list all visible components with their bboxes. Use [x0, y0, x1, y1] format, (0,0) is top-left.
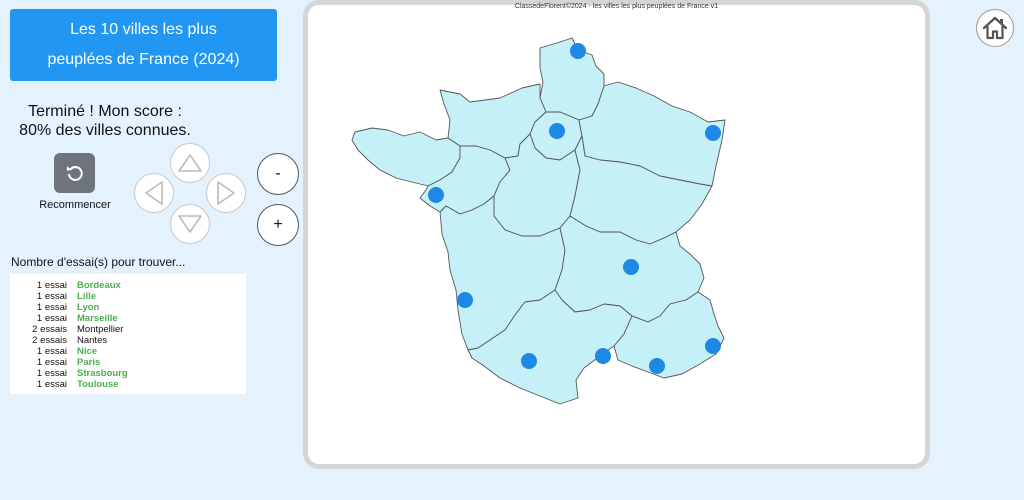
list-item: 2 essais Montpellier	[10, 324, 246, 335]
map-caption: ClassedeFlorent©2024 - les villes les pl…	[514, 3, 719, 10]
pan-left-button[interactable]	[134, 173, 174, 213]
list-item: 1 essai Lille	[10, 291, 246, 302]
tries-count: 1 essai	[36, 313, 67, 324]
arrow-left-icon	[145, 181, 163, 205]
city-marker[interactable]	[428, 187, 444, 203]
tries-count: 2 essais	[32, 335, 67, 346]
city-marker[interactable]	[457, 292, 473, 308]
city-marker[interactable]	[649, 358, 665, 374]
arrow-down-icon	[178, 215, 202, 233]
city-marker[interactable]	[549, 123, 565, 139]
tries-city: Toulouse	[77, 379, 119, 390]
tries-city: Lille	[77, 291, 97, 302]
tries-city: Paris	[77, 357, 101, 368]
arrow-right-icon	[217, 181, 235, 205]
list-item: 1 essai Paris	[10, 357, 246, 368]
restart-button[interactable]	[54, 153, 95, 193]
tries-city: Strasbourg	[77, 368, 128, 379]
list-item: 1 essai Nice	[10, 346, 246, 357]
city-marker[interactable]	[705, 338, 721, 354]
pan-right-button[interactable]	[206, 173, 246, 213]
tries-count: 1 essai	[36, 346, 67, 357]
score-text: Terminé ! Mon score : 80% des villes con…	[10, 102, 200, 140]
tries-heading: Nombre d'essai(s) pour trouver...	[11, 255, 186, 269]
tries-count: 1 essai	[36, 357, 67, 368]
city-marker[interactable]	[623, 259, 639, 275]
tries-city: Nantes	[77, 335, 108, 346]
tries-count: 1 essai	[36, 302, 67, 313]
city-marker[interactable]	[570, 43, 586, 59]
tries-list: 1 essai Bordeaux 1 essai Lille 1 essai Lyon…	[10, 274, 246, 394]
tries-city: Montpellier	[77, 324, 124, 335]
game-title-line2: peuplées de France (2024)	[47, 51, 240, 68]
tries-city: Lyon	[77, 302, 100, 313]
zoom-in-button[interactable]: +	[257, 204, 299, 246]
home-button[interactable]	[976, 9, 1014, 47]
score-line2: 80% des villes connues.	[19, 122, 191, 139]
tries-city: Nice	[77, 346, 98, 357]
arrow-up-icon	[178, 154, 202, 172]
list-item: 1 essai Marseille	[10, 313, 246, 324]
tries-count: 1 essai	[36, 280, 67, 291]
list-item: 1 essai Strasbourg	[10, 368, 246, 379]
map-frame	[303, 0, 930, 469]
tries-city: Bordeaux	[77, 280, 121, 291]
game-title: Les 10 villes les plus peuplées de Franc…	[10, 9, 277, 81]
pan-down-button[interactable]	[170, 204, 210, 244]
restart-label: Recommencer	[39, 199, 111, 211]
tries-city: Marseille	[77, 313, 118, 324]
list-item: 1 essai Lyon	[10, 302, 246, 313]
city-marker[interactable]	[521, 353, 537, 369]
zoom-out-button[interactable]: -	[257, 153, 299, 195]
tries-count: 1 essai	[36, 368, 67, 379]
tries-count: 1 essai	[36, 291, 67, 302]
home-icon	[982, 16, 1008, 40]
list-item: 1 essai Bordeaux	[10, 280, 246, 291]
tries-count: 1 essai	[36, 379, 67, 390]
restart-icon	[66, 166, 83, 181]
city-marker[interactable]	[705, 125, 721, 141]
score-line1: Terminé ! Mon score :	[28, 103, 182, 120]
game-title-line1: Les 10 villes les plus	[70, 21, 217, 38]
list-item: 2 essais Nantes	[10, 335, 246, 346]
tries-count: 2 essais	[32, 324, 67, 335]
city-marker[interactable]	[595, 348, 611, 364]
france-map[interactable]	[308, 5, 925, 464]
pan-up-button[interactable]	[170, 143, 210, 183]
list-item: 1 essai Toulouse	[10, 379, 246, 390]
